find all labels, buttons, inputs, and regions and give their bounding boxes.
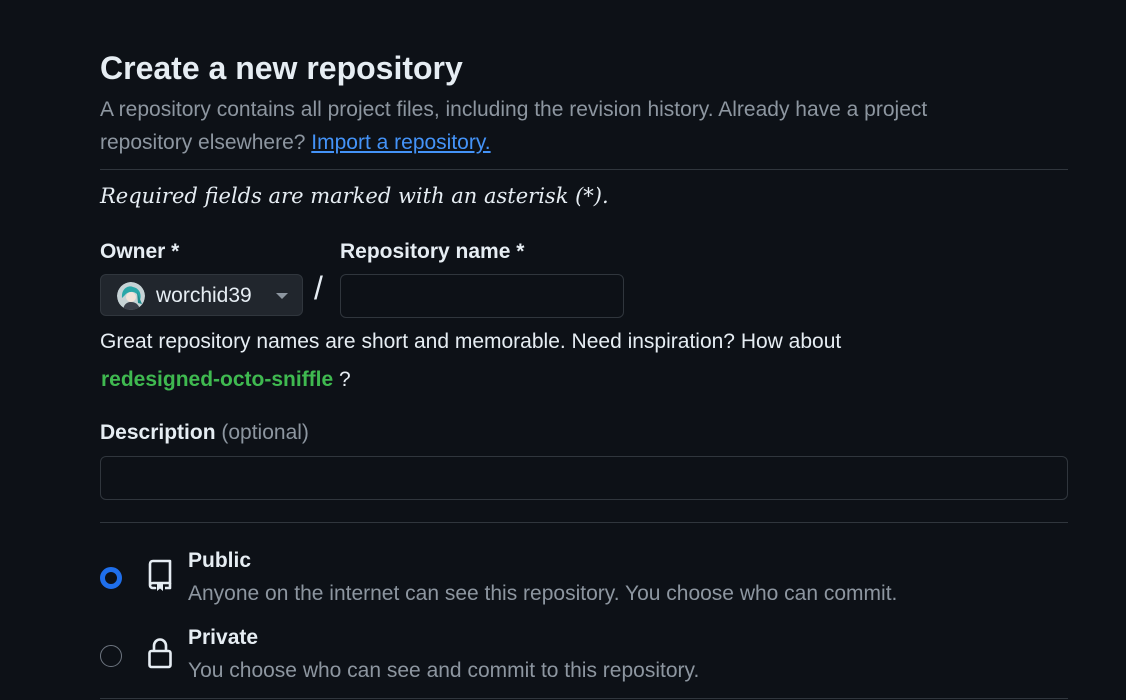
description-optional: (optional): [221, 421, 309, 444]
description-label-text: Description: [100, 421, 216, 444]
suggestion-suffix: ?: [339, 368, 351, 391]
section-divider: [100, 522, 1068, 523]
owner-dropdown[interactable]: worchid39: [100, 274, 303, 316]
private-option-description: You choose who can see and commit to thi…: [188, 659, 700, 682]
create-repository-page: Create a new repository A repository con…: [100, 0, 1068, 700]
required-fields-note: Required fields are marked with an aster…: [100, 184, 609, 208]
suggestion-line: redesigned-octo-sniffle ?: [100, 368, 351, 392]
owner-label: Owner *: [100, 240, 180, 263]
description-input[interactable]: [100, 456, 1068, 500]
subtitle-text: A repository contains all project files,…: [100, 98, 928, 154]
header-divider: [100, 169, 1068, 170]
private-option-title: Private: [188, 626, 259, 649]
description-label: Description (optional): [100, 421, 309, 445]
repo-name-input[interactable]: [340, 274, 624, 318]
suggested-name-button[interactable]: redesigned-octo-sniffle: [101, 368, 333, 391]
public-option-description: Anyone on the internet can see this repo…: [188, 582, 898, 605]
lock-icon: [146, 636, 174, 670]
public-option-title: Public: [188, 549, 252, 572]
owner-name: worchid39: [156, 284, 252, 307]
repo-name-label: Repository name *: [340, 240, 525, 263]
bottom-divider: [100, 698, 1068, 699]
private-radio[interactable]: [100, 645, 122, 667]
public-radio[interactable]: [100, 567, 122, 589]
avatar: [117, 282, 145, 310]
owner-repo-separator: /: [314, 270, 323, 306]
repo-icon: [146, 558, 174, 592]
repo-name-hint: Great repository names are short and mem…: [100, 330, 842, 353]
import-repository-link[interactable]: Import a repository.: [311, 131, 490, 154]
page-title: Create a new repository: [100, 50, 463, 86]
page-subtitle: A repository contains all project files,…: [100, 93, 1000, 159]
chevron-down-icon: [276, 293, 288, 299]
